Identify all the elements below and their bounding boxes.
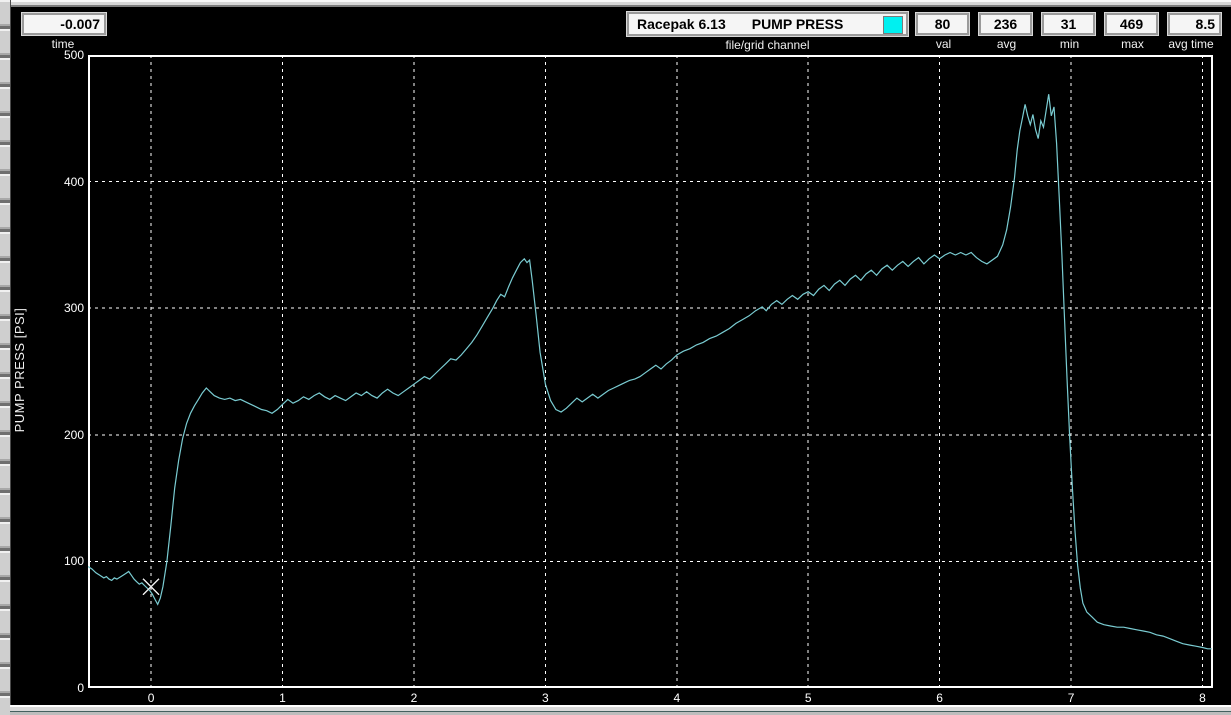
stat-avg-label: avg <box>979 37 1034 51</box>
channel-selector-label: file/grid channel <box>627 38 908 52</box>
file-grid-channel-selector[interactable]: Racepak 6.13 PUMP PRESS <box>627 12 908 36</box>
window-bottom-border <box>10 705 1231 715</box>
y-axis-tick-labels: 0100200300400500 <box>36 55 86 688</box>
x-tick-label: 1 <box>268 691 298 705</box>
racepak-datalink-window: -0.007 time Racepak 6.13 PUMP PRESS file… <box>0 0 1231 715</box>
window-top-border <box>0 0 1231 7</box>
y-tick-label: 400 <box>64 175 84 189</box>
file-name: Racepak 6.13 <box>637 15 726 33</box>
x-tick-label: 7 <box>1056 691 1086 705</box>
y-tick-label: 300 <box>64 301 84 315</box>
x-tick-label: 4 <box>662 691 692 705</box>
pressure-plot-area[interactable] <box>88 55 1213 688</box>
y-tick-label: 200 <box>64 428 84 442</box>
x-tick-label: 3 <box>530 691 560 705</box>
stat-val-readout: 80 <box>916 13 969 35</box>
stat-max-readout: 469 <box>1105 13 1158 35</box>
x-tick-label: 5 <box>793 691 823 705</box>
x-axis-tick-labels: 0 1 2 3 4 5 6 7 8 <box>88 691 1228 705</box>
cursor-time-readout: -0.007 <box>22 13 106 35</box>
x-tick-label: 6 <box>925 691 955 705</box>
x-tick-label: 2 <box>399 691 429 705</box>
stat-avg-readout: 236 <box>979 13 1032 35</box>
pump-press-trace <box>88 94 1212 649</box>
stat-min-label: min <box>1042 37 1097 51</box>
stat-max-label: max <box>1105 37 1160 51</box>
stat-avgtime-readout: 8.5 <box>1168 13 1221 35</box>
channel-color-swatch <box>883 16 903 34</box>
x-tick-label: 8 <box>1187 691 1217 705</box>
left-button-strip[interactable] <box>0 0 11 715</box>
channel-name: PUMP PRESS <box>752 15 844 33</box>
stat-min-readout: 31 <box>1042 13 1095 35</box>
y-tick-label: 0 <box>77 681 84 695</box>
plot-border <box>89 56 1212 687</box>
y-tick-label: 500 <box>64 48 84 62</box>
y-axis-title: PUMP PRESS [PSI] <box>12 304 28 436</box>
y-tick-label: 100 <box>64 554 84 568</box>
stat-avgtime-label: avg time <box>1160 37 1222 51</box>
stat-val-label: val <box>916 37 971 51</box>
x-tick-label: 0 <box>136 691 166 705</box>
